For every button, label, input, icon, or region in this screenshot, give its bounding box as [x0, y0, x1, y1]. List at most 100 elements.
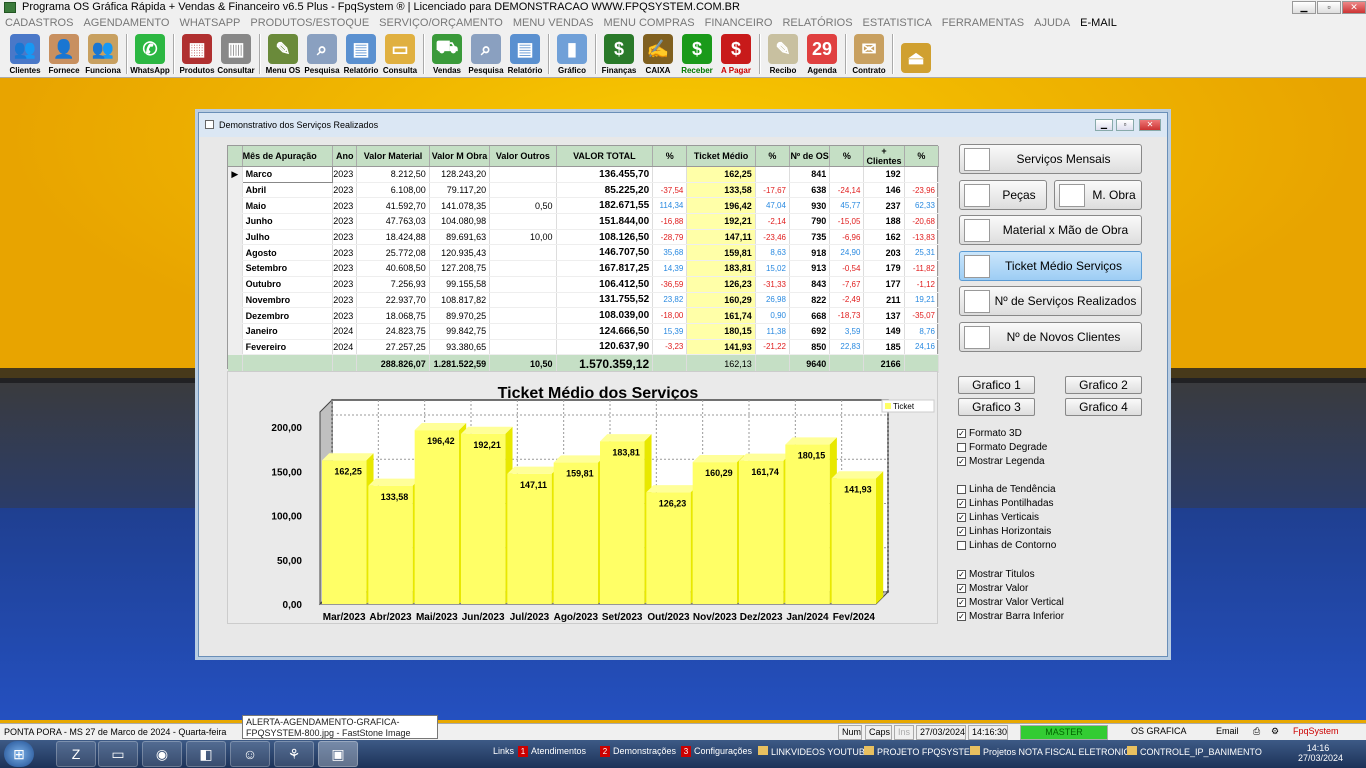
toolbar-button-a-pagar[interactable]: $ A Pagar	[717, 31, 755, 77]
bar[interactable]	[322, 460, 367, 604]
maximize-button[interactable]: ▫	[1317, 1, 1341, 14]
toolbar-button-recibo[interactable]: ✎ Recibo	[764, 31, 802, 77]
ticket-medio-button[interactable]: Ticket Médio Serviços	[959, 251, 1142, 281]
mao-obra-button[interactable]: M. Obra	[1054, 180, 1142, 210]
table-row[interactable]: Janeiro 2024 24.823,75 99.842,75 124.666,50 1…	[228, 323, 940, 340]
checkbox-icon[interactable]: ✓	[957, 429, 966, 438]
column-header[interactable]: Valor Outros	[489, 146, 557, 167]
start-button[interactable]: ⊞	[4, 741, 34, 767]
material-mao-obra-button[interactable]: Material x Mão de Obra	[959, 215, 1142, 245]
dialog-close-button[interactable]: ✕	[1139, 119, 1161, 131]
column-header[interactable]: Valor Material	[356, 146, 430, 167]
bar[interactable]	[368, 485, 413, 604]
checkbox-icon[interactable]	[957, 443, 966, 452]
table-row[interactable]: Outubro 2023 7.256,93 99.155,58 106.412,50 -3…	[228, 276, 940, 293]
toolbar-button-consultar[interactable]: ▥ Consultar	[217, 31, 255, 77]
column-header[interactable]: + Clientes	[863, 146, 905, 167]
settings-icon[interactable]: ⚙	[1268, 725, 1284, 740]
table-row[interactable]: Fevereiro 2024 27.257,25 93.380,65 120.637,9…	[228, 339, 940, 356]
column-header[interactable]: %	[652, 146, 688, 167]
grafico-2-button[interactable]: Grafico 2	[1065, 376, 1142, 394]
menu-item-whatsapp[interactable]: WHATSAPP	[174, 17, 245, 29]
checkbox-icon[interactable]	[957, 485, 966, 494]
column-header[interactable]: Ano	[332, 146, 358, 167]
option-linhas-pontilhadas[interactable]: ✓ Linhas Pontilhadas	[957, 497, 1054, 511]
checkbox-icon[interactable]: ✓	[957, 527, 966, 536]
option-formato-degrade[interactable]: Formato Degrade	[957, 441, 1047, 455]
printer-icon[interactable]: ⎙	[1250, 725, 1266, 740]
menu-item-menu-vendas[interactable]: MENU VENDAS	[508, 17, 599, 29]
menu-item-ferramentas[interactable]: FERRAMENTAS	[937, 17, 1029, 29]
bar[interactable]	[739, 460, 784, 604]
table-row[interactable]: Dezembro 2023 18.068,75 89.970,25 108.039,00…	[228, 307, 940, 324]
menu-item-relat-rios[interactable]: RELATÓRIOS	[777, 17, 857, 29]
table-row[interactable]: Setembro 2023 40.608,50 127.208,75 167.817,2…	[228, 260, 940, 277]
toolbar-button-finan-as[interactable]: $ Finanças	[600, 31, 638, 77]
data-grid[interactable]: Mês de Apuração Ano Valor Material Valor M …	[227, 145, 940, 375]
app-icon[interactable]: ◧	[186, 741, 226, 767]
option-linhas-verticais[interactable]: ✓ Linhas Verticais	[957, 511, 1039, 525]
column-header[interactable]: %	[755, 146, 790, 167]
bar[interactable]	[785, 444, 830, 604]
pecas-button[interactable]: Peças	[959, 180, 1047, 210]
checkbox-icon[interactable]: ✓	[957, 457, 966, 466]
bar[interactable]	[507, 473, 552, 604]
close-button[interactable]: ✕	[1342, 1, 1366, 14]
toolbar-button-funciona[interactable]: 👥 Funciona	[84, 31, 122, 77]
checkbox-icon[interactable]	[957, 541, 966, 550]
toolbar-button-contrato[interactable]: ✉ Contrato	[850, 31, 888, 77]
toolbar-button-agenda[interactable]: 29 Agenda	[803, 31, 841, 77]
toolbar-button-menu-os[interactable]: ✎ Menu OS	[264, 31, 302, 77]
option-mostrar-valor-vertical[interactable]: ✓ Mostrar Valor Vertical	[957, 596, 1064, 610]
menu-item-e-mail[interactable]: E-MAIL	[1075, 17, 1122, 29]
quicklink-controle-ip-banimento[interactable]: CONTROLE_IP_BANIMENTO	[1127, 746, 1262, 757]
n-servicos-button[interactable]: Nº de Serviços Realizados	[959, 286, 1142, 316]
option-linha-de-tend-ncia[interactable]: Linha de Tendência	[957, 483, 1056, 497]
menu-item-estatistica[interactable]: ESTATISTICA	[858, 17, 937, 29]
bar[interactable]	[692, 462, 737, 604]
menu-item-cadastros[interactable]: CADASTROS	[0, 17, 78, 29]
bar[interactable]	[414, 430, 459, 604]
table-row[interactable]: ▶ Marco 2023 8.212,50 128.243,20 136.455,70 16…	[228, 166, 940, 183]
column-header[interactable]: %	[904, 146, 940, 167]
column-header[interactable]: VALOR TOTAL	[556, 146, 654, 167]
table-row[interactable]: Novembro 2023 22.937,70 108.817,82 131.755,5…	[228, 292, 940, 309]
n-novos-clientes-button[interactable]: Nº de Novos Clientes	[959, 322, 1142, 352]
grafico-3-button[interactable]: Grafico 3	[958, 398, 1035, 416]
bar[interactable]	[646, 492, 691, 604]
menu-item-menu-compras[interactable]: MENU COMPRAS	[599, 17, 700, 29]
table-row[interactable]: Maio 2023 41.592,70 141.078,35 0,50 182.671,5…	[228, 197, 940, 215]
quicklink-linkvideos-youtube[interactable]: LINKVIDEOS YOUTUBE	[758, 746, 871, 757]
toolbar-button-gr-fico[interactable]: ▮ Gráfico	[553, 31, 591, 77]
checkbox-icon[interactable]: ✓	[957, 499, 966, 508]
toolbar-button-relat-rio[interactable]: ▤ Relatório	[506, 31, 544, 77]
toolbar-button-receber[interactable]: $ Receber	[678, 31, 716, 77]
checkbox-icon[interactable]: ✓	[957, 598, 966, 607]
checkbox-icon[interactable]: ✓	[957, 513, 966, 522]
toolbar-button-pesquisa[interactable]: ⌕ Pesquisa	[467, 31, 505, 77]
filezilla-icon[interactable]: Z	[56, 741, 96, 767]
table-row[interactable]: Abril 2023 6.108,00 79.117,20 85.225,20 -37,5…	[228, 182, 940, 199]
option-mostrar-legenda[interactable]: ✓ Mostrar Legenda	[957, 455, 1045, 469]
toolbar-button-fornece[interactable]: 👤 Fornece	[45, 31, 83, 77]
menu-item-produtos-estoque[interactable]: PRODUTOS/ESTOQUE	[245, 17, 374, 29]
minimize-button[interactable]: ▁	[1292, 1, 1316, 14]
quicklink-configura-es[interactable]: 3 Configurações	[681, 746, 752, 757]
grafico-4-button[interactable]: Grafico 4	[1065, 398, 1142, 416]
toolbar-button-clientes[interactable]: 👥 Clientes	[6, 31, 44, 77]
network-icon[interactable]: ⚘	[274, 741, 314, 767]
toolbar-button-pesquisa[interactable]: ⌕ Pesquisa	[303, 31, 341, 77]
file-explorer-icon[interactable]: ▭	[98, 741, 138, 767]
checkbox-icon[interactable]: ✓	[957, 612, 966, 621]
menu-item-agendamento[interactable]: AGENDAMENTO	[78, 17, 174, 29]
option-mostrar-titulos[interactable]: ✓ Mostrar Titulos	[957, 568, 1035, 582]
toolbar-button-consulta[interactable]: ▭ Consulta	[381, 31, 419, 77]
user-app-icon[interactable]: ☺	[230, 741, 270, 767]
bar[interactable]	[461, 433, 506, 604]
checkbox-icon[interactable]: ✓	[957, 570, 966, 579]
toolbar-button-produtos[interactable]: ▦ Produtos	[178, 31, 216, 77]
clock[interactable]: 14:16 27/03/2024	[1298, 743, 1343, 763]
option-formato-3d[interactable]: ✓ Formato 3D	[957, 427, 1022, 441]
option-mostrar-barra-inferior[interactable]: ✓ Mostrar Barra Inferior	[957, 610, 1064, 624]
servicos-mensais-button[interactable]: Serviços Mensais	[959, 144, 1142, 174]
